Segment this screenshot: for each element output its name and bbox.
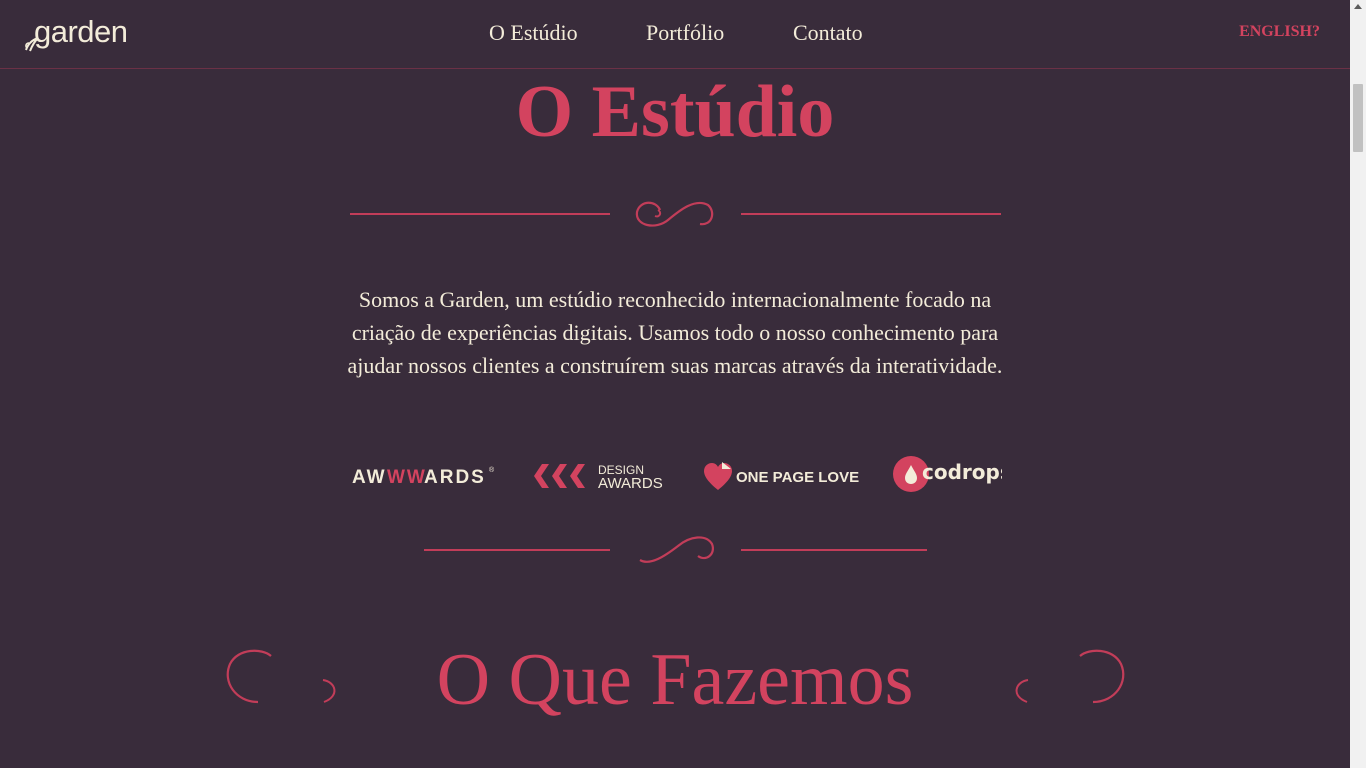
nav-item-contact[interactable]: Contato: [793, 20, 863, 46]
awwwards-logo-icon: AW WW ARDS ®: [352, 466, 495, 488]
award-codrops[interactable]: codrops: [892, 452, 1012, 497]
svg-text:®: ®: [489, 466, 495, 474]
svg-text:WW: WW: [387, 467, 427, 488]
language-switch-link[interactable]: ENGLISH?: [1239, 23, 1320, 41]
award-one-page-love[interactable]: ONE PAGE LOVE: [704, 452, 859, 497]
nav-item-studio[interactable]: O Estúdio: [489, 20, 578, 46]
award-css-design-awards[interactable]: DESIGN AWARDS: [532, 452, 672, 497]
svg-text:AW: AW: [352, 467, 387, 488]
svg-text:ARDS: ARDS: [424, 467, 486, 488]
nav-item-portfolio[interactable]: Portfólio: [646, 20, 724, 46]
page-scrollbar[interactable]: [1350, 0, 1366, 768]
one-page-love-logo-icon: ONE PAGE LOVE: [704, 462, 859, 490]
scroll-thumb[interactable]: [1353, 84, 1363, 152]
svg-text:codrops: codrops: [922, 460, 1002, 484]
svg-text:ONE PAGE LOVE: ONE PAGE LOVE: [736, 469, 859, 486]
studio-title: O Estúdio: [515, 71, 835, 153]
services-title: O Que Fazemos: [436, 639, 914, 721]
site-header: garden O Estúdio Portfólio Contato ENGLI…: [0, 0, 1350, 69]
garden-logo[interactable]: garden: [24, 14, 128, 56]
award-awwwards[interactable]: AW WW ARDS ®: [352, 452, 497, 497]
studio-description: Somos a Garden, um estúdio reconhecido i…: [347, 287, 1003, 378]
logo-text: garden: [34, 14, 128, 49]
codrops-logo-icon: codrops: [893, 456, 1012, 492]
scroll-up-arrow-icon[interactable]: [1354, 4, 1362, 9]
css-design-awards-logo-icon: DESIGN AWARDS: [534, 463, 663, 492]
svg-text:AWARDS: AWARDS: [598, 475, 663, 492]
awards-row: AW WW ARDS ® DESIGN AWARDS ONE PAGE LOVE…: [340, 452, 1012, 497]
